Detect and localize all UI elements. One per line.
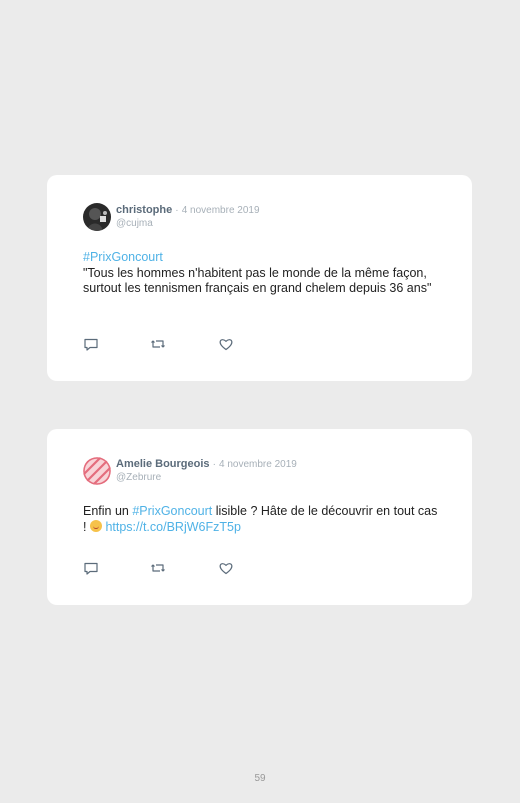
tweet-text: Enfin un #PrixGoncourt lisible ? Hâte de… <box>83 504 443 535</box>
hashtag-link[interactable]: #PrixGoncourt <box>83 250 163 264</box>
avatar[interactable] <box>83 203 111 231</box>
hashtag-link[interactable]: #PrixGoncourt <box>132 504 212 518</box>
tweet-link[interactable]: https://t.co/BRjW6FzT5p <box>105 520 240 534</box>
tweet-card: christophe · 4 novembre 2019 @cujma #Pri… <box>47 175 472 381</box>
author-name[interactable]: christophe <box>116 204 172 216</box>
tweet-date[interactable]: 4 novembre 2019 <box>219 459 297 470</box>
tweet-header: christophe · 4 novembre 2019 @cujma <box>116 204 260 230</box>
separator: · <box>175 205 179 216</box>
reply-icon[interactable] <box>83 336 99 352</box>
retweet-icon[interactable] <box>150 336 166 352</box>
retweet-icon[interactable] <box>150 560 166 576</box>
tweet-card: Amelie Bourgeois · 4 novembre 2019 @Zebr… <box>47 429 472 605</box>
tweet-text: #PrixGoncourt "Tous les hommes n'habiten… <box>83 250 443 297</box>
tweet-body-start: Enfin un <box>83 504 133 518</box>
reply-icon[interactable] <box>83 560 99 576</box>
separator: · <box>212 459 216 470</box>
like-icon[interactable] <box>218 560 234 576</box>
like-icon[interactable] <box>218 336 234 352</box>
page-number: 59 <box>254 773 266 784</box>
tweet-header: Amelie Bourgeois · 4 novembre 2019 @Zebr… <box>116 458 297 484</box>
author-name[interactable]: Amelie Bourgeois <box>116 458 210 470</box>
author-handle[interactable]: @cujma <box>116 217 260 230</box>
author-handle[interactable]: @Zebrure <box>116 471 297 484</box>
avatar[interactable] <box>83 457 111 485</box>
tweet-body: "Tous les hommes n'habitent pas le monde… <box>83 265 432 296</box>
smiling-face-emoji-icon <box>89 519 102 532</box>
tweet-date[interactable]: 4 novembre 2019 <box>182 205 260 216</box>
